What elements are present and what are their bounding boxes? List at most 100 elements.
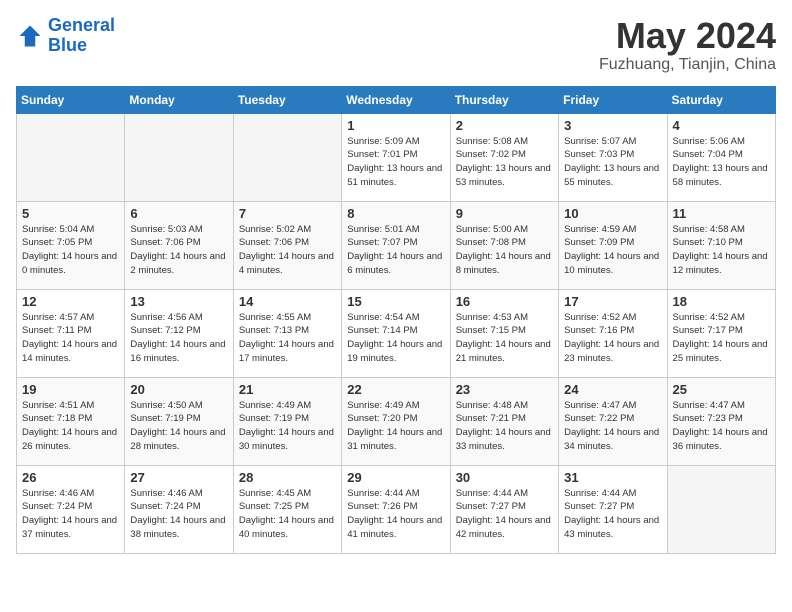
day-number: 5 xyxy=(22,206,119,221)
page-header: General Blue May 2024 Fuzhuang, Tianjin,… xyxy=(16,16,776,74)
calendar-cell: 3 Sunrise: 5:07 AMSunset: 7:03 PMDaylight… xyxy=(559,113,667,201)
calendar-cell: 22 Sunrise: 4:49 AMSunset: 7:20 PMDayligh… xyxy=(342,377,450,465)
calendar-cell: 27Sunrise: 4:46 AMSunset: 7:24 PMDayligh… xyxy=(125,465,233,553)
day-number: 20 xyxy=(130,382,227,397)
calendar-cell xyxy=(125,113,233,201)
day-info: Sunrise: 5:09 AMSunset: 7:01 PMDaylight:… xyxy=(347,135,444,190)
day-number: 28 xyxy=(239,470,336,485)
day-info: Sunrise: 4:59 AMSunset: 7:09 PMDaylight:… xyxy=(564,223,661,278)
day-number: 4 xyxy=(673,118,770,133)
day-number: 19 xyxy=(22,382,119,397)
calendar-cell xyxy=(233,113,341,201)
weekday-header-friday: Friday xyxy=(559,86,667,113)
weekday-header-tuesday: Tuesday xyxy=(233,86,341,113)
logo-icon xyxy=(16,22,44,50)
calendar-cell: 26 Sunrise: 4:46 AMSunset: 7:24 PMDayligh… xyxy=(17,465,125,553)
day-number: 6 xyxy=(130,206,227,221)
calendar-cell: 10 Sunrise: 4:59 AMSunset: 7:09 PMDayligh… xyxy=(559,201,667,289)
calendar-cell: 25Sunrise: 4:47 AMSunset: 7:23 PMDayligh… xyxy=(667,377,775,465)
calendar-cell: 12Sunrise: 4:57 AMSunset: 7:11 PMDayligh… xyxy=(17,289,125,377)
day-info: Sunrise: 4:53 AMSunset: 7:15 PMDaylight:… xyxy=(456,311,553,366)
weekday-header-saturday: Saturday xyxy=(667,86,775,113)
week-row-2: 5 Sunrise: 5:04 AMSunset: 7:05 PMDaylight… xyxy=(17,201,776,289)
day-info: Sunrise: 4:44 AMSunset: 7:26 PMDaylight:… xyxy=(347,487,444,542)
day-info: Sunrise: 5:07 AMSunset: 7:03 PMDaylight:… xyxy=(564,135,661,190)
calendar-cell xyxy=(17,113,125,201)
day-number: 26 xyxy=(22,470,119,485)
day-number: 7 xyxy=(239,206,336,221)
day-number: 10 xyxy=(564,206,661,221)
day-info: Sunrise: 4:45 AMSunset: 7:25 PMDaylight:… xyxy=(239,487,336,542)
weekday-header-thursday: Thursday xyxy=(450,86,558,113)
day-info: Sunrise: 5:06 AMSunset: 7:04 PMDaylight:… xyxy=(673,135,770,190)
day-info: Sunrise: 4:44 AMSunset: 7:27 PMDaylight:… xyxy=(456,487,553,542)
day-number: 22 xyxy=(347,382,444,397)
day-number: 18 xyxy=(673,294,770,309)
calendar-cell: 13 Sunrise: 4:56 AMSunset: 7:12 PMDayligh… xyxy=(125,289,233,377)
day-info: Sunrise: 4:52 AMSunset: 7:17 PMDaylight:… xyxy=(673,311,770,366)
calendar-cell xyxy=(667,465,775,553)
location: Fuzhuang, Tianjin, China xyxy=(599,56,776,74)
calendar-cell: 4 Sunrise: 5:06 AMSunset: 7:04 PMDaylight… xyxy=(667,113,775,201)
day-info: Sunrise: 4:44 AMSunset: 7:27 PMDaylight:… xyxy=(564,487,661,542)
day-number: 29 xyxy=(347,470,444,485)
calendar-cell: 1Sunrise: 5:09 AMSunset: 7:01 PMDaylight… xyxy=(342,113,450,201)
calendar-cell: 31 Sunrise: 4:44 AMSunset: 7:27 PMDayligh… xyxy=(559,465,667,553)
day-info: Sunrise: 4:54 AMSunset: 7:14 PMDaylight:… xyxy=(347,311,444,366)
day-info: Sunrise: 4:55 AMSunset: 7:13 PMDaylight:… xyxy=(239,311,336,366)
day-number: 24 xyxy=(564,382,661,397)
calendar-cell: 30 Sunrise: 4:44 AMSunset: 7:27 PMDayligh… xyxy=(450,465,558,553)
logo: General Blue xyxy=(16,16,115,56)
day-number: 15 xyxy=(347,294,444,309)
calendar-cell: 14 Sunrise: 4:55 AMSunset: 7:13 PMDayligh… xyxy=(233,289,341,377)
day-number: 16 xyxy=(456,294,553,309)
title-block: May 2024 Fuzhuang, Tianjin, China xyxy=(599,16,776,74)
day-info: Sunrise: 4:49 AMSunset: 7:19 PMDaylight:… xyxy=(239,399,336,454)
weekday-header-monday: Monday xyxy=(125,86,233,113)
calendar-cell: 5 Sunrise: 5:04 AMSunset: 7:05 PMDaylight… xyxy=(17,201,125,289)
day-info: Sunrise: 5:08 AMSunset: 7:02 PMDaylight:… xyxy=(456,135,553,190)
day-info: Sunrise: 4:51 AMSunset: 7:18 PMDaylight:… xyxy=(22,399,119,454)
calendar-cell: 7 Sunrise: 5:02 AMSunset: 7:06 PMDaylight… xyxy=(233,201,341,289)
day-number: 13 xyxy=(130,294,227,309)
calendar-cell: 24 Sunrise: 4:47 AMSunset: 7:22 PMDayligh… xyxy=(559,377,667,465)
calendar-cell: 15 Sunrise: 4:54 AMSunset: 7:14 PMDayligh… xyxy=(342,289,450,377)
day-number: 2 xyxy=(456,118,553,133)
calendar-table: SundayMondayTuesdayWednesdayThursdayFrid… xyxy=(16,86,776,554)
day-info: Sunrise: 4:47 AMSunset: 7:22 PMDaylight:… xyxy=(564,399,661,454)
logo-text: General Blue xyxy=(48,16,115,56)
day-number: 3 xyxy=(564,118,661,133)
calendar-cell: 28 Sunrise: 4:45 AMSunset: 7:25 PMDayligh… xyxy=(233,465,341,553)
week-row-5: 26 Sunrise: 4:46 AMSunset: 7:24 PMDayligh… xyxy=(17,465,776,553)
day-number: 23 xyxy=(456,382,553,397)
week-row-1: 1Sunrise: 5:09 AMSunset: 7:01 PMDaylight… xyxy=(17,113,776,201)
day-number: 31 xyxy=(564,470,661,485)
calendar-cell: 19 Sunrise: 4:51 AMSunset: 7:18 PMDayligh… xyxy=(17,377,125,465)
calendar-cell: 8 Sunrise: 5:01 AMSunset: 7:07 PMDaylight… xyxy=(342,201,450,289)
calendar-cell: 16 Sunrise: 4:53 AMSunset: 7:15 PMDayligh… xyxy=(450,289,558,377)
day-number: 8 xyxy=(347,206,444,221)
weekday-header-sunday: Sunday xyxy=(17,86,125,113)
day-number: 14 xyxy=(239,294,336,309)
calendar-cell: 6 Sunrise: 5:03 AMSunset: 7:06 PMDaylight… xyxy=(125,201,233,289)
calendar-cell: 18 Sunrise: 4:52 AMSunset: 7:17 PMDayligh… xyxy=(667,289,775,377)
day-info: Sunrise: 4:57 AMSunset: 7:11 PMDaylight:… xyxy=(22,311,119,366)
day-info: Sunrise: 5:02 AMSunset: 7:06 PMDaylight:… xyxy=(239,223,336,278)
day-info: Sunrise: 4:56 AMSunset: 7:12 PMDaylight:… xyxy=(130,311,227,366)
day-number: 11 xyxy=(673,206,770,221)
day-info: Sunrise: 4:49 AMSunset: 7:20 PMDaylight:… xyxy=(347,399,444,454)
day-info: Sunrise: 4:52 AMSunset: 7:16 PMDaylight:… xyxy=(564,311,661,366)
day-number: 17 xyxy=(564,294,661,309)
day-info: Sunrise: 4:48 AMSunset: 7:21 PMDaylight:… xyxy=(456,399,553,454)
day-number: 30 xyxy=(456,470,553,485)
calendar-cell: 29 Sunrise: 4:44 AMSunset: 7:26 PMDayligh… xyxy=(342,465,450,553)
day-info: Sunrise: 5:04 AMSunset: 7:05 PMDaylight:… xyxy=(22,223,119,278)
day-info: Sunrise: 5:00 AMSunset: 7:08 PMDaylight:… xyxy=(456,223,553,278)
day-number: 25 xyxy=(673,382,770,397)
day-number: 21 xyxy=(239,382,336,397)
day-info: Sunrise: 4:46 AMSunset: 7:24 PMDaylight:… xyxy=(22,487,119,542)
calendar-cell: 17 Sunrise: 4:52 AMSunset: 7:16 PMDayligh… xyxy=(559,289,667,377)
day-info: Sunrise: 5:01 AMSunset: 7:07 PMDaylight:… xyxy=(347,223,444,278)
weekday-header-row: SundayMondayTuesdayWednesdayThursdayFrid… xyxy=(17,86,776,113)
day-info: Sunrise: 5:03 AMSunset: 7:06 PMDaylight:… xyxy=(130,223,227,278)
